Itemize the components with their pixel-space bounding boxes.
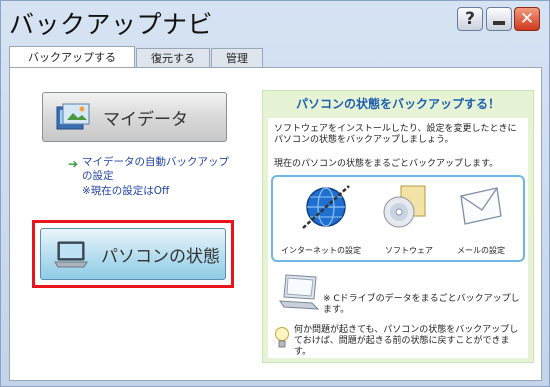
info-summary: 現在のパソコンの状態をまるごとバックアップします。 (274, 159, 499, 169)
close-icon: ✕ (519, 9, 535, 29)
c-drive-note: ※ Cドライブのデータをまるごとバックアップします。 (323, 294, 520, 315)
lightbulb-icon (275, 327, 289, 348)
minimize-button[interactable] (486, 7, 512, 31)
help-button[interactable]: ? (457, 7, 483, 31)
title-bar[interactable]: バックアップナビ ? ✕ (1, 1, 549, 41)
info-title: パソコンの状態をバックアップする！ (295, 97, 500, 111)
globe-icon (302, 185, 350, 229)
pc-state-button[interactable]: パソコンの状態 (40, 228, 226, 280)
pc-state-label: パソコンの状態 (101, 246, 220, 267)
help-icon: ? (465, 9, 475, 29)
tab-backup[interactable]: バックアップする (9, 46, 135, 68)
laptop-icon (54, 241, 88, 268)
laptop-illustration-icon (279, 274, 320, 310)
info-content: ソフトウェアをインストールしたり、設定を変更したときにパソコンの状態をバックアッ… (268, 118, 528, 358)
cd-icon (383, 185, 426, 228)
mydata-button[interactable]: マイデータ (42, 92, 227, 142)
tab-restore[interactable]: 復元する (136, 48, 210, 68)
mydata-label: マイデータ (103, 109, 188, 130)
minimize-icon (493, 21, 505, 25)
mail-settings-label: メールの設定 (457, 246, 505, 255)
arrow-right-icon: ➔ (68, 157, 79, 171)
internet-settings-label: インターネットの設定 (281, 246, 361, 255)
backup-items-box: インターネットの設定 ソフトウェア メールの設定 (271, 175, 525, 262)
tip-text: 何か問題が起きても、パソコンの状態をバックアップしておけば、問題が起きる前の状態… (294, 325, 519, 357)
mail-icon (460, 187, 502, 225)
tab-bar: バックアップする 復元する 管理 (9, 46, 264, 68)
app-title: バックアップナビ (9, 10, 214, 39)
info-description: ソフトウェアをインストールしたり、設定を変更したときにパソコンの状態をバックアッ… (274, 124, 517, 145)
app-window: バックアップナビ ? ✕ バックアップする 復元する 管理 マイデータ ➔ マイ… (0, 0, 550, 387)
backup-panel: マイデータ ➔ マイデータの自動バックアップの設定 ※現在の設定はOff パソコ… (9, 67, 542, 381)
mydata-icon (56, 103, 90, 130)
auto-backup-status: ※現在の設定はOff (82, 185, 170, 197)
software-label: ソフトウェア (385, 246, 433, 255)
close-button[interactable]: ✕ (514, 7, 540, 31)
info-panel: パソコンの状態をバックアップする！ ソフトウェアをインストールしたり、設定を変更… (262, 90, 534, 363)
auto-backup-link[interactable]: マイデータの自動バックアップの設定 (82, 155, 232, 183)
tab-manage[interactable]: 管理 (211, 48, 263, 68)
